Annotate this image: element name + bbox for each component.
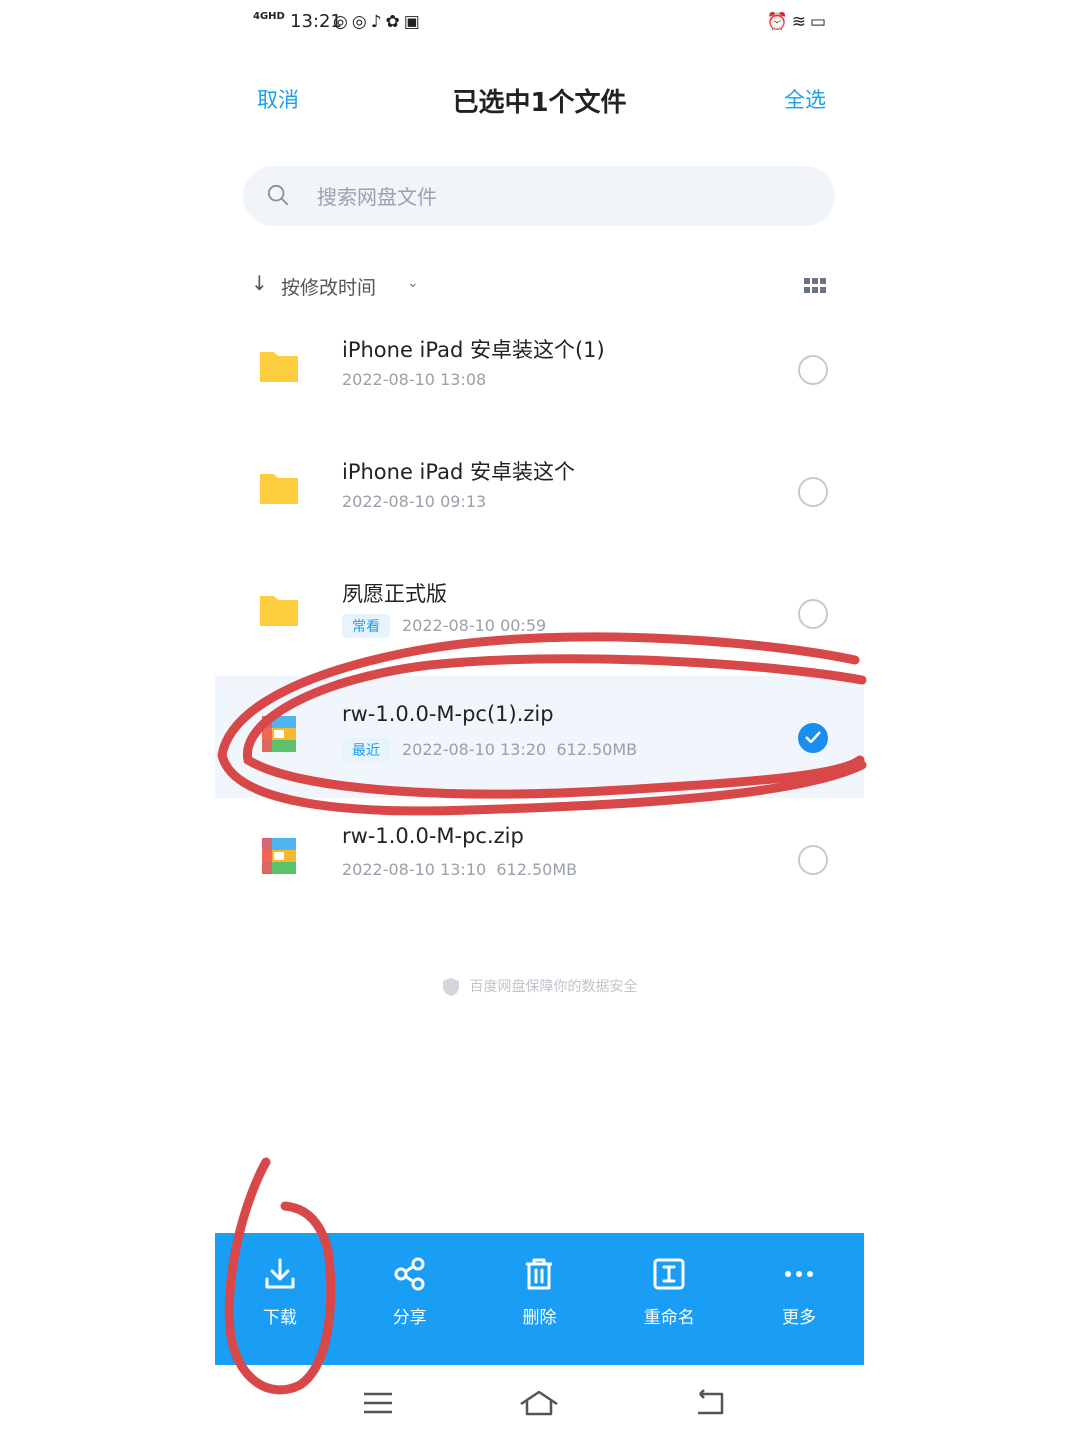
list-item[interactable]: 夙愿正式版 常看 2022-08-10 00:59: [215, 552, 864, 674]
download-button[interactable]: 下载: [215, 1233, 345, 1365]
wifi-icon: ≋: [791, 12, 810, 32]
zip-archive-icon: [262, 838, 296, 874]
file-date: 2022-08-10 09:13: [342, 492, 487, 511]
file-name: iPhone iPad 安卓装这个(1): [342, 338, 605, 362]
file-name: iPhone iPad 安卓装这个: [342, 460, 575, 484]
notification-icons: ◎◎♪✿▣: [333, 12, 424, 32]
page-title: 已选中1个文件: [452, 88, 627, 118]
status-bar: 4GHD 13:21 ◎◎♪✿▣ ⏰≋▭: [215, 0, 864, 50]
search-input[interactable]: [315, 178, 799, 216]
file-meta: 2022-08-10 13:08: [342, 370, 486, 389]
delete-button[interactable]: 删除: [475, 1233, 605, 1365]
network-indicator: 4GHD: [253, 11, 285, 22]
file-date: 2022-08-10 00:59: [402, 616, 547, 635]
share-icon: [394, 1257, 425, 1291]
more-button[interactable]: 更多: [734, 1233, 864, 1365]
search-icon: [267, 184, 289, 206]
select-checkbox[interactable]: [798, 845, 828, 875]
back-icon[interactable]: [688, 1386, 732, 1420]
file-date: 2022-08-10 13:08: [342, 370, 487, 389]
pinwheel-icon: ✿: [385, 12, 404, 32]
select-checkbox[interactable]: [798, 477, 828, 507]
file-size: 612.50MB: [496, 860, 578, 879]
system-icons: ⏰≋▭: [767, 12, 830, 32]
rename-icon: [653, 1258, 685, 1290]
folder-icon: [260, 474, 298, 504]
phone-screen: 4GHD 13:21 ◎◎♪✿▣ ⏰≋▭ 取消 已选中1个文件 全选 ↓ 按修改…: [215, 0, 864, 1439]
rename-label: 重命名: [643, 1308, 695, 1328]
list-item-selected[interactable]: rw-1.0.0-M-pc(1).zip 最近 2022-08-10 13:20 …: [215, 676, 864, 798]
file-date: 2022-08-10 13:20: [402, 740, 547, 759]
list-item[interactable]: iPhone iPad 安卓装这个 2022-08-10 09:13: [215, 430, 864, 552]
select-checkbox[interactable]: [798, 355, 828, 385]
chevron-down-icon[interactable]: ⌄: [407, 275, 419, 291]
file-meta: 2022-08-10 09:13: [342, 492, 486, 511]
file-name: 夙愿正式版: [342, 582, 447, 606]
battery-icon: ▭: [809, 12, 830, 32]
toutiao-icon: ▣: [403, 12, 424, 32]
grid-view-icon[interactable]: [804, 278, 826, 294]
file-size: 612.50MB: [556, 740, 638, 759]
sort-arrow-icon[interactable]: ↓: [251, 271, 268, 295]
file-name: rw-1.0.0-M-pc.zip: [342, 824, 524, 848]
rename-button[interactable]: 重命名: [604, 1233, 734, 1365]
select-checkbox[interactable]: [798, 599, 828, 629]
list-item[interactable]: rw-1.0.0-M-pc.zip 2022-08-10 13:10 612.5…: [215, 798, 864, 920]
tiktok-icon: ♪: [370, 12, 386, 32]
select-all-button[interactable]: 全选: [784, 84, 826, 114]
alarm-icon: ⏰: [766, 12, 792, 32]
more-label: 更多: [782, 1308, 817, 1328]
delete-label: 删除: [522, 1308, 557, 1328]
menu-icon[interactable]: [356, 1386, 400, 1420]
file-tag: 常看: [342, 614, 390, 638]
trash-icon: [526, 1258, 553, 1290]
file-tag: 最近: [342, 738, 390, 762]
download-icon: [265, 1258, 295, 1289]
file-meta: 2022-08-10 13:10 612.50MB: [342, 860, 577, 879]
folder-icon: [260, 352, 298, 382]
select-checkbox-checked[interactable]: [798, 723, 828, 753]
check-icon: [805, 731, 821, 743]
sort-bar: ↓ 按修改时间 ⌄: [215, 268, 864, 304]
share-button[interactable]: 分享: [345, 1233, 475, 1365]
sort-label[interactable]: 按修改时间: [281, 273, 376, 300]
shield-icon: [442, 978, 459, 996]
file-date: 2022-08-10 13:10: [342, 860, 487, 879]
folder-icon: [260, 596, 298, 626]
zip-archive-icon: [262, 716, 296, 752]
weibo-icon: ◎: [333, 12, 352, 32]
more-icon: [785, 1271, 814, 1277]
file-name: rw-1.0.0-M-pc(1).zip: [342, 702, 554, 726]
system-nav-bar: [215, 1370, 864, 1439]
file-meta: 常看 2022-08-10 00:59: [342, 614, 546, 638]
selection-header: 取消 已选中1个文件 全选: [215, 70, 864, 130]
security-notice: 百度网盘保障你的数据安全: [215, 976, 864, 997]
action-bar: 下载 分享 删除 重命名 更多: [215, 1233, 864, 1365]
weibo-icon: ◎: [351, 12, 371, 32]
home-icon[interactable]: [517, 1386, 561, 1420]
security-text: 百度网盘保障你的数据安全: [469, 979, 638, 995]
list-item[interactable]: iPhone iPad 安卓装这个(1) 2022-08-10 13:08: [215, 308, 864, 430]
search-bar[interactable]: [243, 166, 835, 226]
download-label: 下载: [262, 1308, 297, 1328]
share-label: 分享: [392, 1308, 427, 1328]
file-meta: 最近 2022-08-10 13:20 612.50MB: [342, 738, 637, 762]
